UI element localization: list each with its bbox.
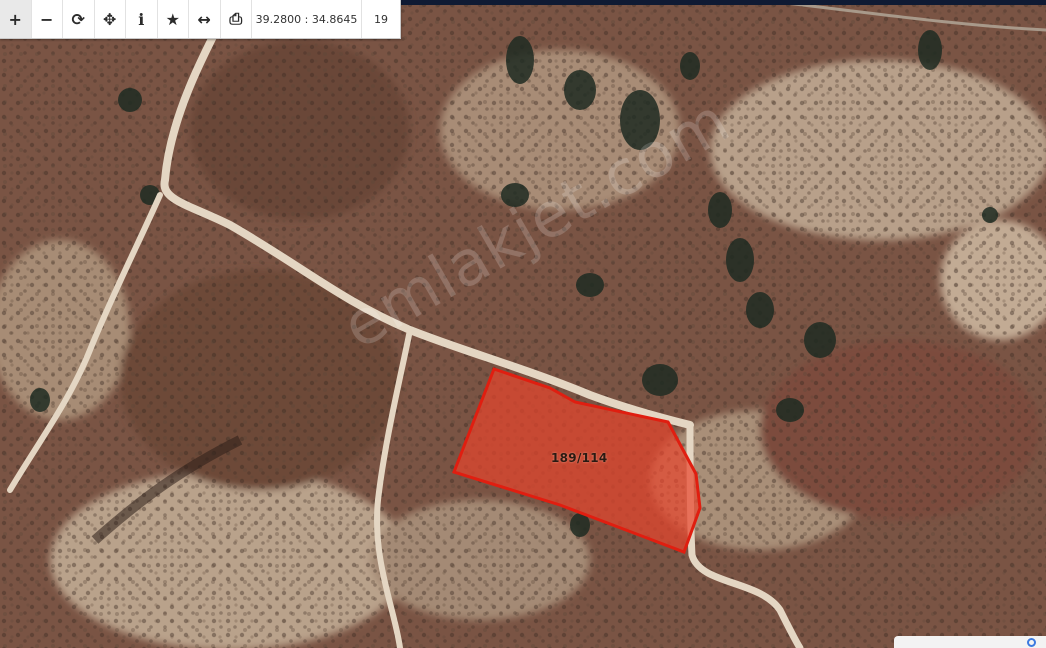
info-icon: i	[138, 9, 145, 29]
plus-icon: +	[8, 9, 22, 29]
star-icon: ★	[165, 9, 180, 29]
minus-icon: −	[40, 9, 54, 29]
coordinate-readout: 39.2800 : 34.8645	[252, 0, 362, 38]
orchard-texture-light	[0, 0, 1046, 648]
favorite-button[interactable]: ★	[158, 0, 189, 38]
printer-icon: ⎙	[229, 9, 243, 28]
info-button[interactable]: i	[126, 0, 158, 38]
google-logo-icon	[1027, 637, 1036, 647]
crosshair-icon: ✥	[103, 9, 117, 29]
zoom-in-button[interactable]: +	[0, 0, 32, 38]
measure-button[interactable]: ↔	[189, 0, 221, 38]
measure-icon: ↔	[197, 9, 211, 29]
map-toolbar: + − ⟳ ✥ i ★ ↔ ⎙ 39.2800 : 34.8645 19	[0, 0, 401, 39]
parcel-label: 189/114	[551, 451, 608, 465]
refresh-button[interactable]: ⟳	[63, 0, 95, 38]
zoom-level-readout: 19	[374, 12, 388, 26]
zoom-out-button[interactable]: −	[32, 0, 63, 38]
locate-button[interactable]: ✥	[95, 0, 126, 38]
refresh-icon: ⟳	[71, 9, 85, 29]
satellite-map[interactable]	[0, 0, 1046, 648]
print-button[interactable]: ⎙	[221, 0, 252, 38]
map-attribution	[894, 636, 1046, 648]
